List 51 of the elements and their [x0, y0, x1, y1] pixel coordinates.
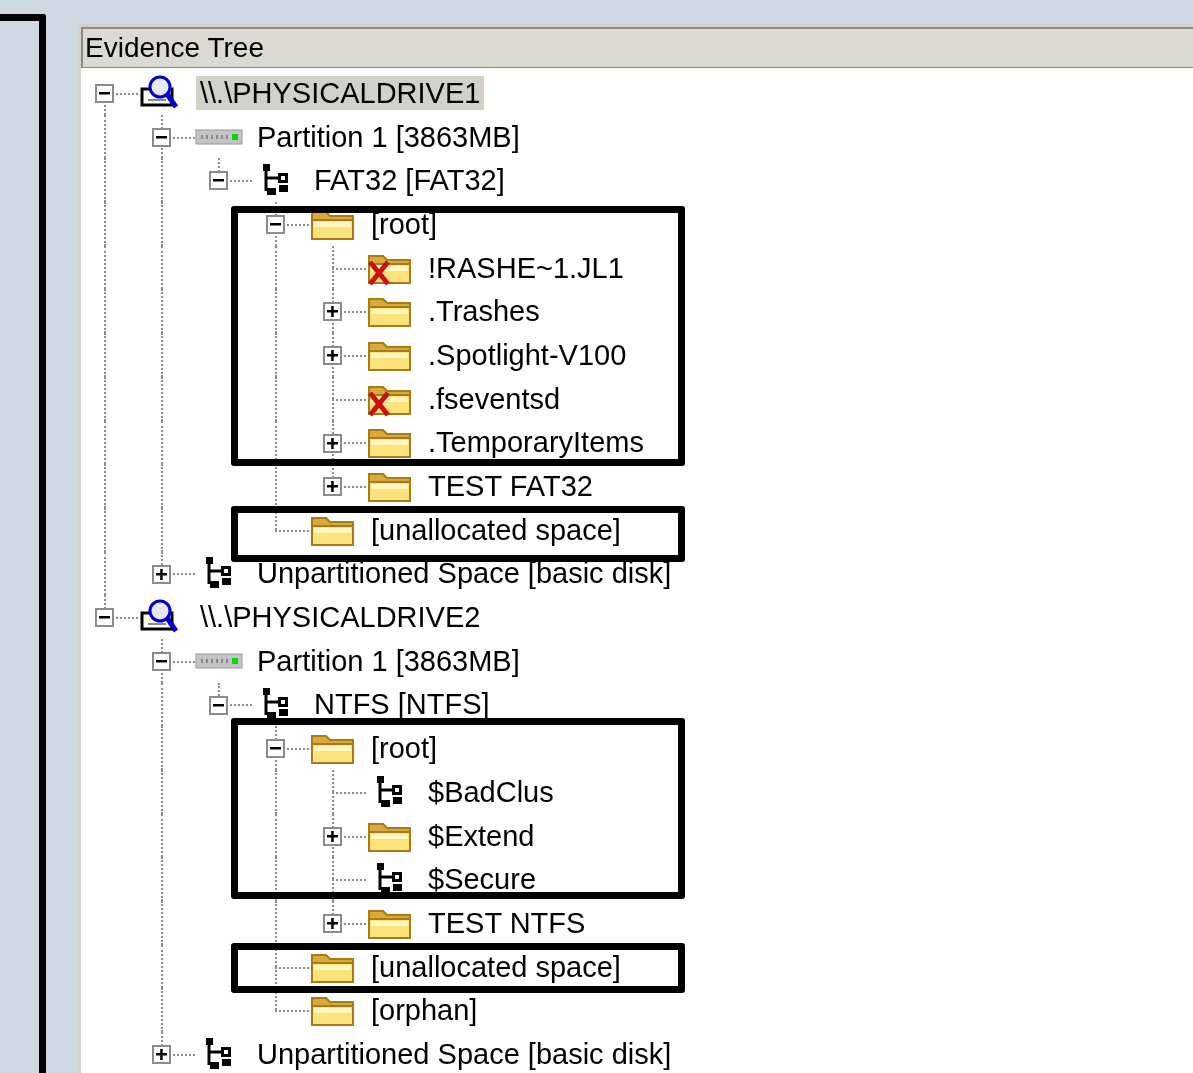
plus-icon [327, 306, 338, 318]
plus-icon [156, 568, 167, 580]
tree-node-label[interactable]: $Extend [424, 818, 539, 853]
tree-node-label[interactable]: .TemporaryItems [424, 425, 648, 460]
tree-node-label[interactable]: $Secure [424, 862, 540, 897]
expand-toggle[interactable] [323, 346, 342, 366]
collapse-toggle[interactable] [152, 651, 171, 671]
collapse-toggle[interactable] [266, 739, 285, 759]
plus-icon [156, 1049, 167, 1061]
collapse-toggle[interactable] [209, 171, 228, 191]
tree-structure-icon [375, 774, 405, 809]
collapse-toggle[interactable] [95, 608, 114, 628]
expand-toggle[interactable] [152, 1045, 171, 1065]
tree-node-label[interactable]: $BadClus [424, 774, 558, 809]
tree-node-label[interactable]: [root] [367, 206, 442, 241]
plus-icon [327, 830, 338, 842]
tree-node-label[interactable]: [orphan] [367, 993, 482, 1028]
plus-icon [327, 437, 338, 449]
expand-toggle[interactable] [152, 564, 171, 584]
tree-node-label[interactable]: .Spotlight-V100 [424, 337, 631, 372]
plus-icon [327, 350, 338, 362]
tree-node-label[interactable]: [unallocated space] [367, 949, 625, 984]
collapse-toggle[interactable] [152, 127, 171, 147]
tree-node-label[interactable]: .Trashes [424, 294, 544, 329]
plus-icon [327, 481, 338, 493]
tree-node-label[interactable]: [unallocated space] [367, 512, 625, 547]
collapse-toggle[interactable] [209, 695, 228, 715]
expand-toggle[interactable] [323, 433, 342, 453]
panel-title: Evidence Tree [84, 34, 264, 62]
tree-node-label[interactable]: \\.\PHYSICALDRIVE1 [196, 75, 485, 110]
tree-node-label[interactable]: [root] [367, 731, 442, 766]
expand-toggle[interactable] [323, 914, 342, 934]
expand-toggle[interactable] [323, 826, 342, 846]
plus-icon [327, 918, 338, 930]
tree-node-label[interactable]: TEST NTFS [424, 905, 590, 940]
collapse-toggle[interactable] [95, 84, 114, 103]
tree-node-label[interactable]: .fseventsd [424, 381, 565, 416]
tree-node-label[interactable]: Unpartitioned Space [basic disk] [253, 1036, 676, 1071]
collapse-toggle[interactable] [266, 215, 285, 235]
expand-toggle[interactable] [323, 477, 342, 497]
tree-node-label[interactable]: \\.\PHYSICALDRIVE2 [196, 600, 485, 635]
tree-node-label[interactable]: !RASHE~1.JL1 [424, 250, 628, 285]
tree-node-label[interactable]: FAT32 [FAT32] [310, 163, 509, 198]
tree-node-label[interactable]: Unpartitioned Space [basic disk] [253, 556, 676, 591]
tree-node-label[interactable]: Partition 1 [3863MB] [253, 119, 524, 154]
tree-structure-icon [204, 556, 234, 591]
tree-node-label[interactable]: TEST FAT32 [424, 469, 597, 504]
tree-node-label[interactable]: Partition 1 [3863MB] [253, 643, 524, 678]
tree-node-label[interactable]: NTFS [NTFS] [310, 687, 494, 722]
expand-toggle[interactable] [323, 302, 342, 322]
tree-structure-icon [261, 163, 291, 198]
